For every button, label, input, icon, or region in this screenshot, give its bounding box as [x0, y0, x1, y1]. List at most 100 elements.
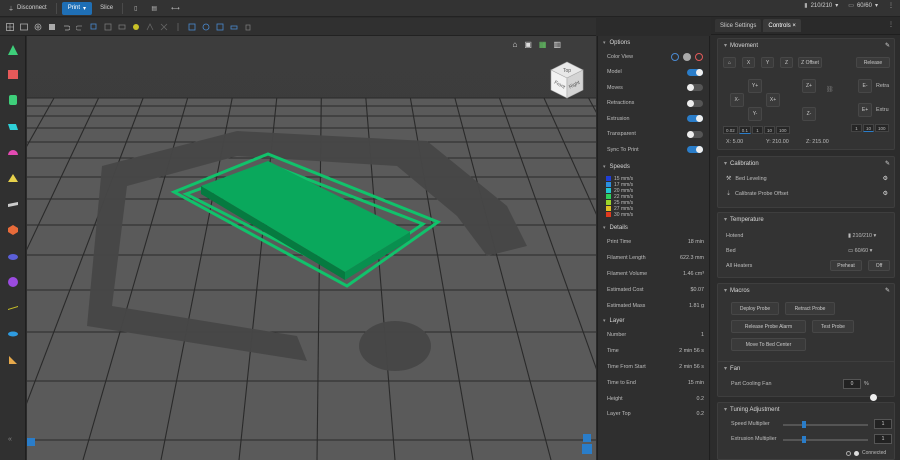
edit-icon[interactable]: ✎ — [885, 287, 890, 294]
collapse-sidebar-icon[interactable]: « — [8, 436, 12, 443]
options-section-header[interactable]: ▾ Options — [598, 36, 709, 49]
layer-slider-start-handle[interactable] — [27, 438, 35, 446]
toggle-switch[interactable] — [687, 115, 703, 123]
wedge-icon[interactable] — [7, 120, 19, 132]
toggle-switch[interactable] — [687, 99, 703, 107]
scale-icon[interactable] — [188, 23, 196, 31]
cut-icon[interactable] — [160, 23, 168, 31]
undo-icon[interactable] — [62, 23, 70, 31]
home-view-icon[interactable]: ⌂ — [512, 40, 517, 49]
tuning-header[interactable]: ▾ Tuning Adjustment — [718, 403, 894, 416]
settings-gear-icon[interactable]: ⚙ — [883, 175, 888, 182]
cone-icon[interactable] — [7, 44, 19, 56]
macro-button[interactable]: Retract Probe — [785, 302, 835, 315]
copy-icon[interactable] — [90, 23, 98, 31]
mirror-icon[interactable] — [174, 22, 182, 31]
cylinder-icon[interactable] — [7, 94, 19, 106]
align-icon[interactable] — [216, 23, 224, 31]
grid-icon[interactable] — [6, 22, 14, 31]
release-button[interactable]: Release — [856, 57, 890, 68]
text-icon[interactable] — [7, 198, 19, 210]
cube-icon[interactable] — [7, 68, 19, 80]
home-z-button[interactable]: Z — [780, 57, 793, 68]
3d-viewport[interactable]: ⌂ ▣ ▦ ▥ Top Front Right — [27, 36, 596, 460]
step-option[interactable]: 10 — [764, 126, 776, 134]
prism-icon[interactable] — [7, 354, 19, 366]
step-option[interactable]: 0.1 — [738, 126, 752, 134]
step-option[interactable]: 1 — [851, 124, 862, 132]
edit-icon[interactable]: ✎ — [885, 42, 890, 49]
jog-x-plus-button[interactable]: X+ — [766, 93, 780, 107]
jog-y-minus-button[interactable]: Y- — [748, 107, 762, 121]
material-color-icon[interactable] — [671, 52, 679, 61]
jog-z-plus-button[interactable]: Z+ — [802, 79, 816, 93]
heaters-off-button[interactable]: Off — [868, 260, 890, 271]
macro-button[interactable]: Test Probe — [812, 320, 854, 333]
view-cube[interactable]: Top Front Right — [543, 56, 589, 102]
movement-header[interactable]: ▾ Movement ✎ — [718, 39, 894, 52]
disconnect-button[interactable]: ⏚ Disconnect — [2, 2, 53, 15]
bar-icon[interactable] — [7, 302, 19, 314]
more-icon[interactable]: ⋮ — [888, 2, 894, 9]
layer-section-header[interactable]: ▾ Layer — [598, 314, 709, 327]
more-icon[interactable]: ⋮ — [888, 21, 894, 28]
speeds-section-header[interactable]: ▾ Speeds — [598, 161, 709, 174]
rotate-icon[interactable] — [202, 23, 210, 31]
add-model-icon[interactable] — [34, 23, 42, 31]
tab-slice-settings[interactable]: Slice Settings — [715, 19, 762, 32]
speed-color-icon[interactable] — [683, 52, 691, 61]
speed-multiplier-slider[interactable] — [783, 424, 868, 426]
close-icon[interactable]: × — [792, 23, 796, 29]
layer-slider-top-handle[interactable] — [582, 444, 592, 454]
torus-icon[interactable] — [7, 250, 19, 262]
sphere-icon[interactable] — [7, 276, 19, 288]
macro-button[interactable]: Deploy Probe — [731, 302, 779, 315]
retract-button[interactable]: E- — [858, 79, 872, 93]
jog-x-minus-button[interactable]: X- — [730, 93, 744, 107]
link-icon[interactable]: ⟷ — [165, 2, 186, 15]
home-y-button[interactable]: Y — [761, 57, 774, 68]
extrusion-multiplier-slider[interactable] — [783, 439, 868, 441]
settings-gear-icon[interactable]: ⚙ — [883, 190, 888, 197]
redo-icon[interactable] — [76, 23, 84, 31]
step-option[interactable]: 100 — [776, 126, 790, 134]
group-icon[interactable] — [118, 23, 126, 31]
step-option[interactable]: 100 — [875, 124, 889, 132]
macros-header[interactable]: ▾ Macros ✎ — [718, 284, 894, 297]
toggle-switch[interactable] — [687, 84, 703, 92]
preheat-button[interactable]: Preheat — [830, 260, 862, 271]
home-x-button[interactable]: X — [742, 57, 755, 68]
slice-button[interactable]: Slice — [94, 2, 119, 15]
temperature-header[interactable]: ▾ Temperature — [718, 213, 894, 226]
speed-slider-handle[interactable] — [802, 421, 806, 428]
fan-speed-input[interactable]: 0 — [843, 379, 861, 389]
hotend-temp-indicator[interactable]: ▮ 210/210 ▾ — [804, 2, 838, 10]
speed-multiplier-input[interactable]: 1 — [874, 419, 892, 429]
hexagon-icon[interactable] — [7, 224, 19, 236]
support-icon[interactable] — [146, 22, 154, 31]
layout-icon[interactable] — [20, 23, 28, 31]
tab-controls[interactable]: Controls × — [763, 19, 801, 32]
delete-icon[interactable] — [244, 23, 252, 31]
jog-z-minus-button[interactable]: Z- — [802, 107, 816, 121]
bed-temp-control[interactable]: ▭ 60/60 ▾ — [848, 248, 872, 254]
step-option[interactable]: 1 — [752, 126, 764, 134]
pause-icon[interactable]: ▯ — [128, 2, 143, 15]
jog-y-plus-button[interactable]: Y+ — [748, 79, 762, 93]
details-section-header[interactable]: ▾ Details — [598, 222, 709, 235]
lay-flat-icon[interactable] — [230, 23, 238, 31]
save-icon[interactable] — [48, 23, 56, 31]
half-sphere-icon[interactable] — [7, 146, 19, 158]
extrude-button[interactable]: E+ — [858, 103, 872, 117]
probe-offset-row[interactable]: ⇣ Calibrate Probe Offset — [726, 190, 788, 198]
edit-icon[interactable]: ✎ — [885, 160, 890, 167]
fan-header[interactable]: ▾ Fan — [718, 362, 894, 375]
feature-color-icon[interactable] — [695, 52, 703, 61]
extrusion-multiplier-input[interactable]: 1 — [874, 434, 892, 444]
home-all-button[interactable]: ⌂ — [723, 57, 736, 68]
print-button[interactable]: Print ▾ — [61, 1, 93, 15]
toggle-switch[interactable] — [687, 68, 703, 76]
step-option[interactable]: 0.02 — [723, 126, 738, 134]
macro-button[interactable]: Move To Bed Center — [731, 338, 806, 351]
bed-temp-indicator[interactable]: ▭ 60/60 ▾ — [848, 2, 878, 10]
